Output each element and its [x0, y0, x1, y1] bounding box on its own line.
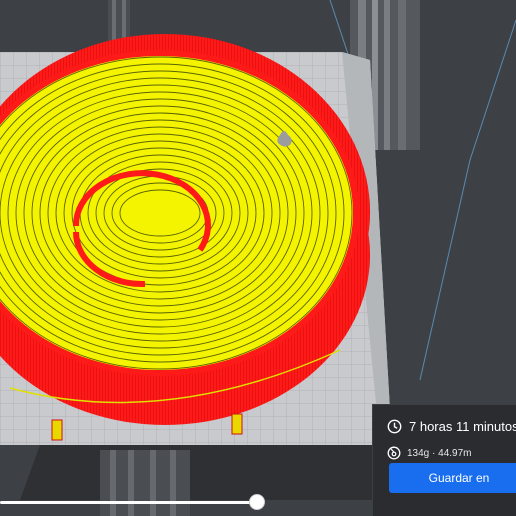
print-time-row: 7 horas 11 minutos — [387, 419, 516, 434]
spool-icon — [387, 446, 401, 460]
layer-slider-track[interactable] — [0, 501, 262, 504]
layer-slider[interactable] — [0, 492, 280, 514]
material-label: 134g · 44.97m — [407, 447, 472, 459]
clock-icon — [387, 419, 402, 434]
layer-slider-handle[interactable] — [249, 494, 265, 510]
print-summary-panel: 7 horas 11 minutos 134g · 44.97m Guardar… — [372, 404, 516, 516]
material-row: 134g · 44.97m — [387, 446, 472, 460]
save-to-disk-button[interactable]: Guardar en — [389, 463, 516, 493]
print-time-label: 7 horas 11 minutos — [409, 419, 516, 434]
